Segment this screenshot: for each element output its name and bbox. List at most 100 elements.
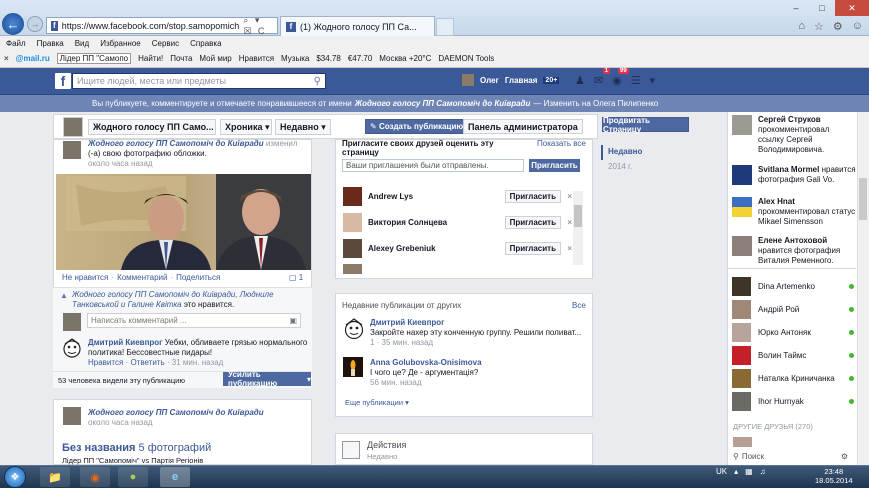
album-title-link[interactable]: Без названия [62, 442, 135, 454]
recent-post-author[interactable]: Anna Golubovska-Onisimova [370, 358, 482, 367]
notice-page-name[interactable]: Жодного голосу ПП Самопоміч до Київради [355, 99, 531, 108]
new-tab-button[interactable] [436, 18, 454, 36]
recent-post-author[interactable]: Дмитрий Киевпрог [370, 318, 445, 327]
comment-reply-link[interactable]: Ответить [130, 358, 164, 367]
dismiss-icon[interactable]: × [567, 244, 572, 253]
friend-avatar[interactable] [343, 264, 362, 274]
app-taskbar-icon[interactable]: ● [118, 467, 148, 487]
minimize-button[interactable]: – [783, 0, 809, 16]
privacy-icon[interactable]: ☰ [631, 74, 641, 87]
share-link[interactable]: Поделиться [176, 273, 220, 282]
post-author-avatar[interactable] [63, 141, 81, 159]
comment-like-link[interactable]: Нравится [88, 358, 123, 367]
invite-list-scrollbar[interactable] [573, 191, 583, 265]
friend-name[interactable]: Andrew Lys [368, 192, 413, 201]
friend-avatar[interactable] [343, 186, 362, 206]
ticker-item[interactable]: Alex Hnat прокомментировал статус Mikael … [732, 197, 856, 227]
menu-tools[interactable]: Сервис [152, 39, 179, 48]
facebook-logo[interactable]: f [55, 73, 71, 89]
invite-friend-button[interactable]: Пригласить [504, 241, 561, 255]
chat-friend[interactable]: Dina Artemenko [732, 275, 854, 297]
chat-friend[interactable]: Наталка Криничанка [732, 367, 854, 389]
start-button[interactable]: ❖ [4, 466, 26, 488]
ticker-name[interactable]: Svitlana Mormel [758, 165, 819, 174]
cover-photo[interactable] [56, 174, 311, 270]
toolbar-weather[interactable]: Москва +20°C [379, 54, 431, 63]
ticker-avatar[interactable] [732, 165, 752, 185]
chat-search-input[interactable]: ⚲ Поиск ⚙ [733, 449, 848, 463]
show-all-link[interactable]: Показать все [537, 139, 586, 148]
settings-dropdown-icon[interactable]: ▾ [650, 74, 656, 87]
browser-tab-active[interactable]: f (1) Жодного голосу ПП Са... [280, 16, 435, 36]
user-avatar[interactable] [462, 74, 474, 86]
ticker-item[interactable]: Сергей Струков прокомментировал ссылку Се… [732, 115, 856, 155]
back-button[interactable]: ← [2, 13, 24, 35]
firefox-taskbar-icon[interactable]: ◉ [80, 467, 110, 487]
dismiss-icon[interactable]: × [567, 218, 572, 227]
friend-avatar[interactable] [343, 238, 362, 258]
commenter-avatar[interactable] [62, 338, 82, 358]
page-avatar[interactable] [63, 117, 83, 137]
toolbar-find-button[interactable]: Найти! [138, 54, 163, 63]
explorer-taskbar-icon[interactable]: 📁 [40, 467, 70, 487]
gear-icon[interactable]: ⚙ [833, 20, 843, 33]
page-scrollbar[interactable] [857, 112, 869, 465]
network-icon[interactable]: ▦ [745, 467, 753, 476]
menu-view[interactable]: Вид [75, 39, 89, 48]
address-actions[interactable]: ⌕ ▾ ☒ C [243, 15, 274, 37]
post-author-avatar[interactable] [63, 407, 81, 425]
boost-post-button[interactable]: Усилить публикацию ▾ [223, 370, 311, 388]
comment-count[interactable]: ▢ 1 [289, 273, 303, 282]
admin-panel-button[interactable]: Панель администратора [463, 119, 583, 134]
likes-names[interactable]: Жодного голосу ПП Самопоміч до Київради,… [72, 290, 274, 309]
toolbar-music-link[interactable]: Музыка [281, 54, 309, 63]
ticker-name[interactable]: Сергей Струков [758, 115, 821, 124]
forward-button[interactable]: → [27, 16, 43, 32]
scrollbar-thumb[interactable] [574, 205, 582, 227]
timeline-nav-year[interactable]: 2014 г. [608, 162, 632, 171]
friend-requests-icon[interactable]: ♟ [575, 74, 585, 87]
language-indicator[interactable]: UK [716, 467, 727, 476]
friend-name[interactable]: Виктория Солнцева [368, 218, 447, 227]
timeline-nav-recent[interactable]: Недавно [608, 147, 642, 156]
tray-expand-icon[interactable]: ▴ [734, 467, 738, 476]
invite-friend-button[interactable]: Пригласить [504, 215, 561, 229]
star-icon[interactable]: ☆ [814, 20, 824, 33]
recent-post-text[interactable]: Закройте нахер эту конченную группу. Реш… [370, 328, 581, 337]
menu-edit[interactable]: Правка [37, 39, 64, 48]
page-name-button[interactable]: Жодного голосу ПП Само... [88, 119, 216, 135]
friend-name[interactable]: Alexey Grebeniuk [368, 244, 436, 253]
post-timestamp[interactable]: около часа назад [88, 418, 153, 427]
toolbar-search-field[interactable]: Лідер ПП "Самопо [56, 53, 132, 64]
notice-switch-link[interactable]: — Изменить на Олега Пилипенко [533, 99, 658, 108]
recent-post-avatar[interactable] [343, 357, 363, 377]
timeline-dropdown[interactable]: Хроника ▾ [220, 119, 272, 135]
more-posts-link[interactable]: Еще публикации ▾ [345, 398, 409, 407]
mailru-logo[interactable]: @mail.ru [16, 54, 50, 63]
ticker-item[interactable]: Елене Антоховой нравится фотография Витал… [732, 236, 856, 266]
album-count[interactable]: 5 фотографий [139, 442, 212, 454]
friend-avatar[interactable] [343, 212, 362, 232]
clock[interactable]: 23:48 18.05.2014 [815, 467, 853, 485]
toolbar-mail-link[interactable]: Почта [170, 54, 192, 63]
volume-icon[interactable]: ♫ [760, 467, 766, 476]
ie-taskbar-icon[interactable]: e [160, 467, 190, 487]
notifications-icon[interactable]: ◉ 99 [612, 68, 629, 87]
invite-friend-button[interactable]: Пригласить [504, 189, 561, 203]
toolbar-close-button[interactable]: × [4, 54, 9, 63]
toolbar-likes-link[interactable]: Нравится [239, 54, 274, 63]
recent-post-avatar[interactable] [343, 318, 365, 340]
chat-friend[interactable]: Юрко Антоняк [732, 321, 854, 343]
post-author-link[interactable]: Жодного голосу ПП Самопоміч до Київради [88, 139, 264, 148]
chat-settings-icon[interactable]: ⚙ [841, 452, 848, 461]
home-link[interactable]: Главная [505, 76, 538, 85]
comment-input[interactable]: Написать комментарий ... ▣ [87, 313, 301, 328]
ticker-item[interactable]: Svitlana Mormel нравится фотография Gali… [732, 165, 856, 185]
page-scrollbar-thumb[interactable] [859, 178, 867, 220]
chat-friend[interactable]: Волин Таймс [732, 344, 854, 366]
post-author-link[interactable]: Жодного голосу ПП Самопоміч до Київради [88, 408, 264, 417]
toolbar-moimir-link[interactable]: Мой мир [199, 54, 231, 63]
address-bar[interactable]: f https://www.facebook.com/stop.samopomi… [46, 15, 278, 37]
toolbar-daemon-tools[interactable]: DAEMON Tools [438, 54, 494, 63]
create-post-button[interactable]: ✎ Создать публикацию [365, 119, 469, 134]
